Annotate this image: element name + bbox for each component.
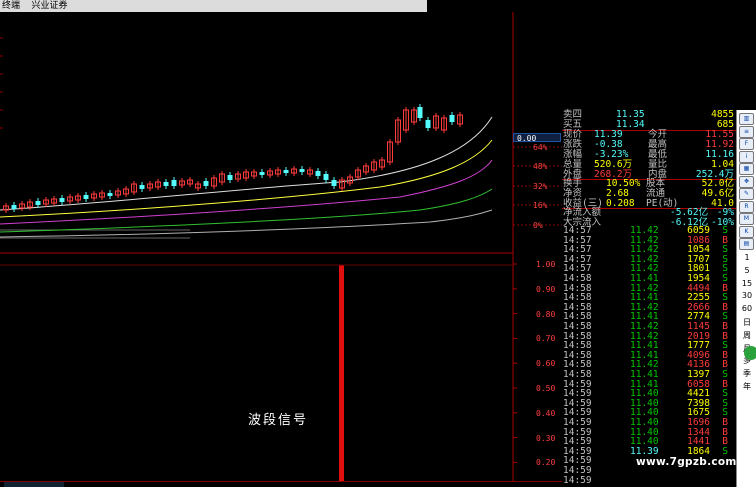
macd-icon[interactable]: M xyxy=(739,213,754,225)
ma-line-gray xyxy=(0,209,493,238)
candle-body-13 xyxy=(107,193,113,196)
status-tab-date[interactable] xyxy=(4,482,64,487)
current-price-badge: 0.00 xyxy=(513,133,561,143)
candle-body-21 xyxy=(171,180,177,186)
order-book-row: 卖四 11.35 4855 xyxy=(562,110,736,120)
kdj-icon[interactable]: K xyxy=(739,225,754,238)
trade-ticks-panel[interactable]: 14:57 11.42 6059 S 14:57 11.42 1086 B 14:57 11.42… xyxy=(562,226,736,487)
status-dot[interactable] xyxy=(744,346,756,360)
indicator-tick-label: 0.50 xyxy=(536,384,556,393)
candle-body-17 xyxy=(139,185,145,189)
candle-body-28 xyxy=(227,175,233,180)
title-gap xyxy=(427,0,756,12)
period-10[interactable]: 年 xyxy=(737,381,756,392)
indicator-tick-label: 0.90 xyxy=(536,284,556,294)
indicator-tick-label: 0.30 xyxy=(536,433,556,443)
ma-line-white xyxy=(0,116,493,211)
candle-body-10 xyxy=(83,195,89,199)
indicator-tick-label: 0.70 xyxy=(536,334,556,344)
candle-body-32 xyxy=(259,172,265,175)
pct-label: 64% xyxy=(533,143,548,152)
grid-icon[interactable]: ▦ xyxy=(739,163,754,175)
candle-body-4 xyxy=(35,201,41,205)
indicator-tick-label: 0.60 xyxy=(536,359,556,369)
candle-body-56 xyxy=(449,115,455,122)
period-4[interactable]: 60 xyxy=(737,304,756,313)
candle-body-35 xyxy=(283,170,289,173)
ma-line-green xyxy=(0,188,493,233)
candle-body-37 xyxy=(299,169,305,172)
candle-body-7 xyxy=(59,198,65,202)
chart-icon[interactable]: ▥ xyxy=(739,113,754,125)
trade-row: 14:59 xyxy=(562,474,736,486)
indicator-label: 波段信号 xyxy=(248,413,309,428)
indicator-tick-label: 0.40 xyxy=(536,408,556,418)
pct-label: 0% xyxy=(533,221,543,230)
period-0[interactable]: 1 xyxy=(737,253,756,262)
status-bar xyxy=(0,481,562,487)
move-icon[interactable]: ✥ xyxy=(739,175,754,188)
f10-icon[interactable]: F xyxy=(739,138,754,150)
candle-body-41 xyxy=(331,180,337,186)
candle-body-25 xyxy=(203,181,209,186)
period-9[interactable]: 季 xyxy=(737,368,756,379)
candle-body-1 xyxy=(11,205,17,209)
candle-body-39 xyxy=(315,171,321,176)
pct-label: 16% xyxy=(533,201,548,210)
signal-bar xyxy=(339,265,344,482)
indicator-tick-label: 1.00 xyxy=(536,260,556,269)
candle-body-40 xyxy=(323,174,329,180)
table-icon[interactable]: ▤ xyxy=(739,238,754,250)
period-5[interactable]: 日 xyxy=(737,317,756,328)
period-3[interactable]: 30 xyxy=(737,291,756,300)
pct-label: 48% xyxy=(533,162,548,171)
trade-time: 14:59 xyxy=(563,474,592,486)
window-title: 终端 兴业证券 xyxy=(0,0,427,12)
candle-body-52 xyxy=(417,107,423,118)
period-6[interactable]: 周 xyxy=(737,330,756,341)
candle-body-53 xyxy=(425,120,431,128)
list-icon[interactable]: ≡ xyxy=(739,125,754,138)
period-2[interactable]: 15 xyxy=(737,279,756,288)
indicator-tick-label: 0.80 xyxy=(536,309,556,319)
info-icon[interactable]: i xyxy=(739,150,754,163)
pct-label: 32% xyxy=(533,182,548,191)
indicator-tick-label: 0.20 xyxy=(536,458,556,468)
watermark: www.7gpzb.com xyxy=(636,456,737,468)
period-1[interactable]: 5 xyxy=(737,266,756,275)
rsi-icon[interactable]: R xyxy=(739,200,754,213)
kline-chart[interactable]: 0.00 64% 48% 32% 16% 0% 1.00 0.90 0.80 0.70 0.60… xyxy=(0,12,562,487)
tool-sidebar[interactable]: ▥≡Fi▦✥✎RMK▤15153060日周月多季年 xyxy=(736,110,756,487)
draw-icon[interactable]: ✎ xyxy=(739,188,754,200)
candle-body-20 xyxy=(163,182,169,186)
